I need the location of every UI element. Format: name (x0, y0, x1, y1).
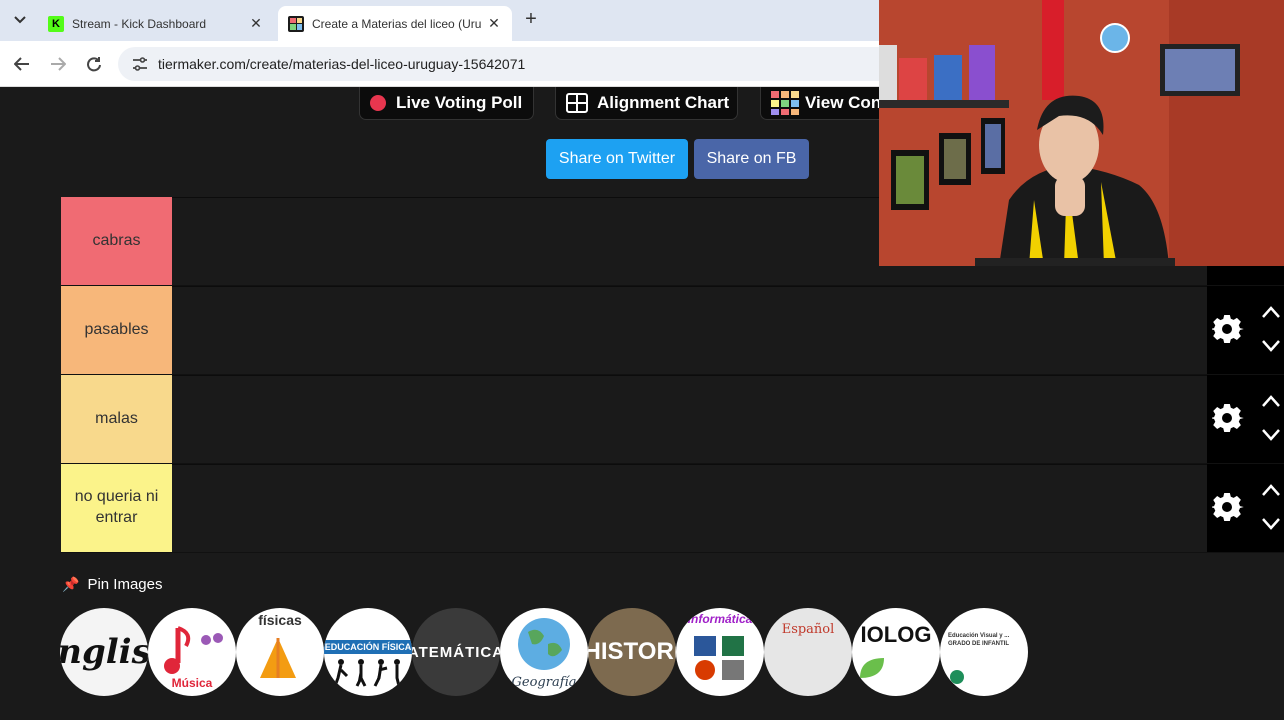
pin-images-label: Pin Images (87, 576, 163, 593)
tier-label[interactable]: cabras (61, 197, 172, 285)
image-caption: Geografía (511, 675, 577, 690)
tier-row: malas (61, 375, 1284, 464)
image-caption: nglis (60, 632, 148, 672)
tier-label[interactable]: pasables (61, 286, 172, 374)
image-caption: IOLOG (860, 622, 932, 647)
tier-row: pasables (61, 286, 1284, 375)
tab-tiermaker[interactable]: Create a Materias del liceo (Uru ✕ (278, 6, 512, 41)
image-educacion-fisica[interactable]: EDUCACIÓN FÍSICA (324, 608, 412, 696)
record-dot-icon (370, 95, 386, 111)
webcam-overlay (879, 0, 1284, 266)
tier-drop-zone[interactable] (172, 375, 1207, 463)
reload-icon[interactable] (81, 51, 107, 77)
new-tab-plus-icon[interactable]: + (520, 9, 542, 31)
close-tab-icon[interactable]: ✕ (486, 15, 502, 32)
mosaic-icon (771, 91, 799, 115)
image-caption: Español (781, 622, 835, 637)
office-apps-icon (694, 636, 744, 680)
pencil-shape-icon (260, 638, 296, 678)
move-up-chevron-icon[interactable] (1261, 483, 1281, 497)
image-geografia[interactable]: Geografía (500, 608, 588, 696)
grid-icon (566, 93, 588, 113)
image-informatica[interactable]: Informática (676, 608, 764, 696)
athletes-silhouette-icon (333, 659, 401, 687)
tab-search-chevron-icon[interactable] (8, 8, 32, 32)
green-dot-icon (950, 670, 964, 684)
settings-gear-icon[interactable] (1212, 403, 1244, 435)
move-up-chevron-icon[interactable] (1261, 394, 1281, 408)
settings-gear-icon[interactable] (1212, 492, 1244, 524)
leaf-icon (860, 658, 884, 678)
move-up-chevron-icon[interactable] (1261, 305, 1281, 319)
alignment-chart-button[interactable]: Alignment Chart (555, 87, 738, 120)
live-voting-poll-button[interactable]: Live Voting Poll (359, 87, 534, 120)
tier-row: no queria ni entrar (61, 464, 1284, 553)
address-bar[interactable]: tiermaker.com/create/materias-del-liceo-… (118, 47, 898, 81)
tier-drop-zone[interactable] (172, 286, 1207, 374)
tiermaker-favicon-icon (288, 15, 304, 32)
image-caption: EDUCACIÓN FÍSICA (324, 640, 412, 654)
tab-kick-dashboard[interactable]: K Stream - Kick Dashboard ✕ (38, 6, 274, 41)
tab-title: Stream - Kick Dashboard (72, 16, 207, 31)
webcam-scene-image (879, 0, 1284, 266)
image-musica[interactable]: Música (148, 608, 236, 696)
back-arrow-icon[interactable] (9, 51, 35, 77)
live-voting-poll-label: Live Voting Poll (396, 93, 523, 112)
image-historia[interactable]: HISTORI (588, 608, 676, 696)
close-tab-icon[interactable]: ✕ (248, 15, 264, 32)
move-down-chevron-icon[interactable] (1261, 517, 1281, 531)
move-down-chevron-icon[interactable] (1261, 339, 1281, 353)
pin-icon: 📌 (62, 576, 80, 592)
kick-favicon-icon: K (48, 15, 64, 32)
image-educacion-visual[interactable]: Educación Visual y ... GRADO DE INFANTIL (940, 608, 1028, 696)
image-caption: físicas (258, 612, 302, 628)
tier-controls (1207, 375, 1284, 463)
share-twitter-button[interactable]: Share on Twitter (546, 139, 688, 179)
image-caption: ATEMÁTICA (412, 643, 500, 661)
url-text: tiermaker.com/create/materias-del-liceo-… (158, 56, 526, 72)
view-community-label: View Con (805, 93, 882, 112)
forward-arrow-icon[interactable] (45, 51, 71, 77)
image-caption: Informática (687, 612, 753, 626)
view-community-button[interactable]: View Con (760, 87, 885, 120)
image-ciencias-fisicas[interactable]: físicas (236, 608, 324, 696)
image-espanol[interactable]: Español (764, 608, 852, 696)
move-down-chevron-icon[interactable] (1261, 428, 1281, 442)
pin-images-toggle[interactable]: 📌 Pin Images (62, 576, 162, 593)
tier-label[interactable]: no queria ni entrar (61, 464, 172, 552)
image-caption: Educación Visual y ... GRADO DE INFANTIL (948, 633, 1010, 648)
image-biologia[interactable]: IOLOG (852, 608, 940, 696)
tier-drop-zone[interactable] (172, 464, 1207, 552)
image-caption: HISTORI (588, 638, 676, 665)
tab-title: Create a Materias del liceo (Uru (312, 16, 482, 31)
site-info-icon[interactable] (128, 52, 152, 76)
image-matematica[interactable]: ATEMÁTICA (412, 608, 500, 696)
image-caption: Música (171, 676, 213, 690)
tier-controls (1207, 286, 1284, 374)
settings-gear-icon[interactable] (1212, 314, 1244, 346)
tier-controls (1207, 464, 1284, 552)
share-facebook-button[interactable]: Share on FB (694, 139, 809, 179)
tier-label[interactable]: malas (61, 375, 172, 463)
alignment-chart-label: Alignment Chart (597, 93, 730, 112)
image-english[interactable]: nglis (60, 608, 148, 696)
globe-icon (518, 618, 570, 670)
